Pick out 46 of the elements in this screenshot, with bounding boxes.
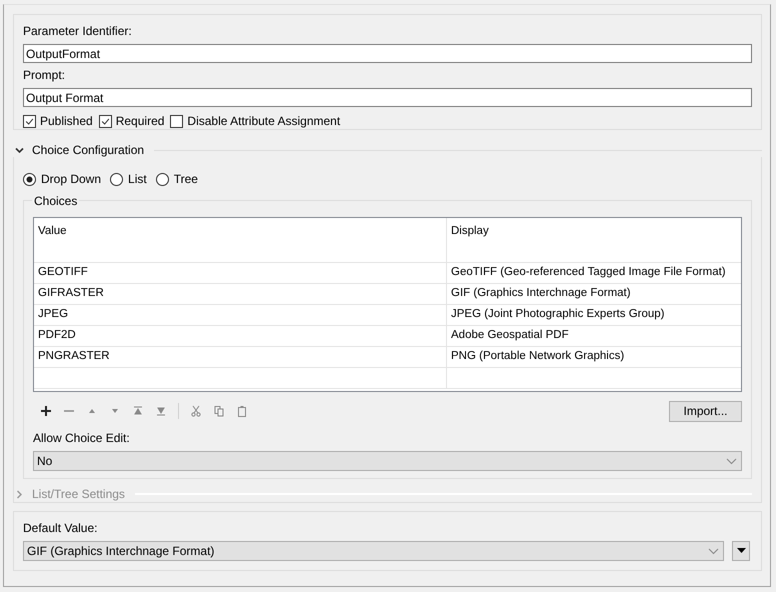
- checkbox[interactable]: [170, 114, 184, 128]
- column-header: Value: [37, 224, 68, 239]
- chevron-down-icon[interactable]: [15, 146, 24, 154]
- text-field[interactable]: OutputFormat: [23, 44, 752, 63]
- table-cell: GIF (Graphics Interchnage Format): [446, 284, 741, 304]
- field-label: Default Value:: [23, 521, 98, 535]
- table-cell-text: GIFRASTER: [37, 286, 105, 301]
- section-title[interactable]: Choice Configuration: [32, 143, 144, 157]
- checkbox[interactable]: [98, 114, 112, 128]
- scissors-icon[interactable]: [190, 405, 202, 417]
- clipboard-icon[interactable]: [236, 405, 248, 417]
- table-cell: GeoTIFF (Geo-referenced Tagged Image File Format): [446, 263, 741, 283]
- table-cell: Adobe Geospatial PDF: [446, 326, 741, 346]
- menu-button[interactable]: [732, 541, 750, 561]
- triangle-down-icon: [736, 548, 746, 554]
- table-cell-text: JPEG: [37, 307, 70, 322]
- table-cell: PNG (Portable Network Graphics): [446, 347, 741, 367]
- text-field[interactable]: Output Format: [23, 88, 752, 107]
- checkbox[interactable]: [23, 114, 36, 128]
- move-to-top-icon[interactable]: [132, 405, 144, 417]
- dropdown[interactable]: No: [33, 451, 742, 471]
- checkbox-label: Required: [116, 114, 164, 128]
- field-label: Prompt:: [23, 68, 66, 82]
- field-label: Allow Choice Edit:: [33, 431, 131, 445]
- table-cell-text: PDF2D: [37, 328, 77, 343]
- chevron-down-icon: [726, 458, 737, 464]
- import-button[interactable]: Import...: [669, 400, 742, 422]
- plus-icon[interactable]: [40, 405, 52, 417]
- checkbox-label: Disable Attribute Assignment: [187, 114, 340, 128]
- dropdown[interactable]: GIF (Graphics Interchnage Format): [23, 541, 724, 561]
- column-header: Display: [446, 218, 741, 262]
- chevron-down-icon: [708, 548, 719, 554]
- radio-label: List: [128, 172, 147, 186]
- radio-label: Drop Down: [41, 172, 102, 186]
- move-to-bottom-icon[interactable]: [155, 405, 167, 417]
- radio-button[interactable]: [156, 172, 169, 186]
- table-cell-text: PNGRASTER: [37, 349, 111, 364]
- radio-label: Tree: [174, 172, 198, 186]
- field-label: Parameter Identifier:: [23, 24, 133, 38]
- radio-button[interactable]: [23, 172, 36, 186]
- table-cell-text: GEOTIFF: [37, 265, 89, 280]
- group-title: Choices: [32, 194, 80, 208]
- table-cell: JPEG (Joint Photographic Experts Group): [446, 305, 741, 325]
- copy-icon[interactable]: [213, 405, 225, 417]
- radio-button[interactable]: [110, 172, 124, 186]
- checkbox-label: Published: [40, 114, 93, 128]
